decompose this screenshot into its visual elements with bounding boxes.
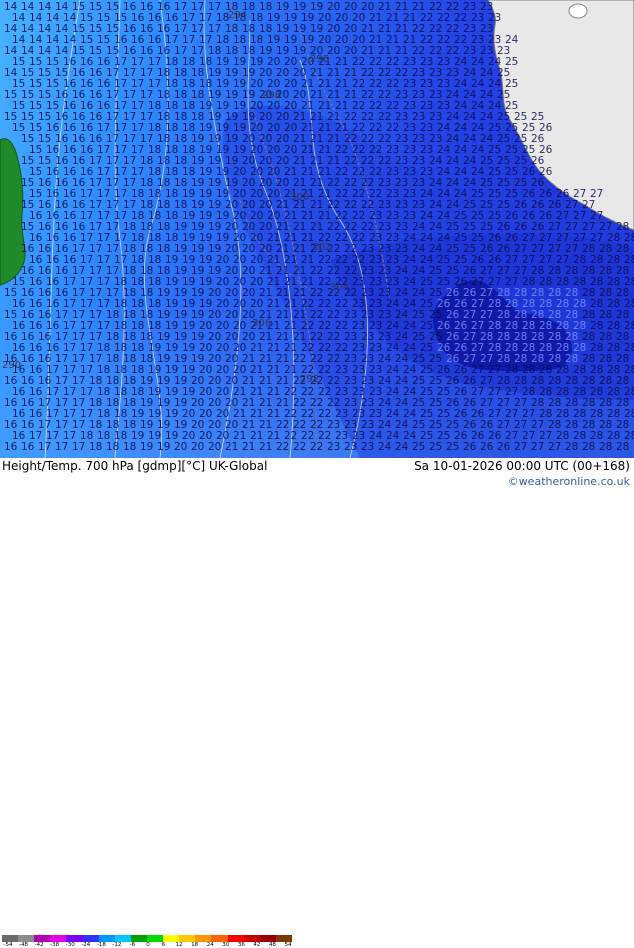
colorbar-tick-label: -54: [3, 942, 13, 948]
height-label: 296: [310, 54, 329, 65]
colorbar-swatch: [259, 935, 276, 942]
colorbar-tick-label: -48: [19, 942, 29, 948]
temperature-colorbar: [2, 935, 292, 942]
colorbar-tick-label: -12: [112, 942, 122, 948]
height-label: 298: [262, 90, 281, 101]
isotherm-label: 25: [429, 441, 442, 453]
isotherm-label: 23: [327, 441, 340, 453]
colorbar-swatch: [211, 935, 228, 942]
colorbar-tick-label: 24: [206, 942, 214, 948]
height-label: 304: [330, 282, 349, 293]
colorbar-swatch: [243, 935, 260, 942]
colorbar-swatch: [18, 935, 35, 942]
height-label: 300: [290, 192, 309, 203]
colorbar-swatch: [146, 935, 164, 942]
colorbar-tick-label: 6: [161, 942, 166, 948]
isotherm-label: 27: [531, 441, 544, 453]
isotherm-label: 23: [344, 441, 357, 453]
colorbar-swatch: [227, 935, 244, 942]
height-label: 302: [312, 242, 331, 253]
isotherm-label: 20: [208, 441, 221, 453]
colorbar-tick-label: -6: [129, 942, 136, 948]
colorbar-tick-label: 54: [284, 942, 292, 948]
map-footer: Height/Temp. 700 hPa [gdmp][°C] UK-Globa…: [0, 458, 634, 948]
colorbar-swatch: [66, 935, 83, 942]
colorbar-swatch: [163, 935, 180, 942]
isotherm-label: 25: [446, 441, 459, 453]
isotherm-label: 16: [21, 441, 35, 453]
isotherm-label: 20: [191, 441, 204, 453]
isotherm-label: 19: [157, 441, 170, 453]
colorbar-swatch: [195, 935, 212, 942]
isotherm-label: 16: [4, 441, 18, 453]
isotherm-label: 23: [361, 441, 374, 453]
height-label: 306: [252, 318, 271, 329]
colorbar-tick-label: -42: [34, 942, 44, 948]
isotherm-label: 24: [378, 441, 392, 453]
colorbar-swatch: [275, 935, 292, 942]
isotherm-label: 24: [395, 441, 409, 453]
forecast-datetime: Sa 10-01-2026 00:00 UTC (00+168): [414, 459, 630, 473]
isotherm-label: 28: [582, 441, 595, 453]
isotherm-label: 25: [412, 441, 425, 453]
colorbar-swatch: [50, 935, 67, 942]
isotherm-label: 22: [276, 441, 289, 453]
isotherm-label: 26: [497, 441, 511, 453]
colorbar-labels: -54 -48 -42 -38 -30 -24 -18 -12 -6 0 6 12 18 24 30 36 42…: [2, 942, 294, 948]
colorbar-swatch: [114, 935, 131, 942]
isotherm-label: 17: [72, 441, 85, 453]
colorbar-swatch: [179, 935, 196, 942]
colorbar-swatch: [82, 935, 99, 942]
isotherm-label: 18: [123, 441, 136, 453]
colorbar-tick-label: 30: [222, 942, 230, 948]
isotherm-label: 17: [55, 441, 68, 453]
isotherm-label: 17: [38, 441, 51, 453]
isotherm-label: 21: [242, 441, 255, 453]
colorbar-tick-label: 12: [175, 942, 183, 948]
isotherm-label: 28: [565, 441, 578, 453]
colorbar-tick-label: 48: [268, 942, 276, 948]
colorbar-tick-label: -38: [50, 942, 60, 948]
map-title: Height/Temp. 700 hPa [gdmp][°C] UK-Globa…: [2, 459, 268, 473]
island-gray: [568, 3, 588, 19]
site-credit[interactable]: ©weatheronline.co.uk: [508, 475, 630, 488]
height-label: 294: [228, 10, 247, 21]
colorbar-tick-label: 0: [146, 942, 150, 948]
height-label: 292: [300, 374, 319, 385]
isotherm-label: 21: [225, 441, 238, 453]
isotherm-label: 18: [89, 441, 102, 453]
isotherm-label: 21: [259, 441, 272, 453]
isotherm-label: 18: [106, 441, 119, 453]
colorbar-swatch: [130, 935, 147, 942]
height-label: 290: [2, 360, 21, 371]
isotherm-label: 28: [599, 441, 612, 453]
isotherm-label: 27: [514, 441, 527, 453]
colorbar-tick-label: -24: [81, 942, 91, 948]
isotherm-label: 26: [463, 441, 477, 453]
colorbar-tick-label: -30: [65, 942, 75, 948]
colorbar-swatch: [34, 935, 51, 942]
colorbar-swatch: [2, 935, 19, 942]
colorbar-tick-label: -18: [96, 942, 106, 948]
weather-map: 14 14 14 14 15 15 15 16 16 16 17 17 17 18 18 18 19 19 19 20…: [0, 0, 634, 458]
colorbar-swatch: [98, 935, 115, 942]
isotherm-label: 26: [480, 441, 494, 453]
isotherm-label: 20: [174, 441, 187, 453]
isotherm-label: 22: [310, 441, 323, 453]
isotherm-label: 28: [616, 441, 629, 453]
colorbar-tick-label: 42: [253, 942, 261, 948]
isotherm-label: 22: [293, 441, 306, 453]
isotherm-label: 19: [140, 441, 153, 453]
colorbar-tick-label: 36: [237, 942, 245, 948]
colorbar-tick-label: 18: [191, 942, 199, 948]
isotherm-label: 27: [548, 441, 561, 453]
